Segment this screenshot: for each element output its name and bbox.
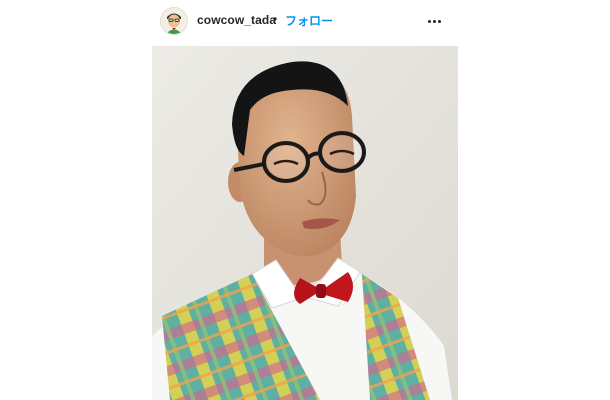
instagram-post: cowcow_tada • フォロー bbox=[152, 0, 458, 400]
avatar-illustration bbox=[161, 8, 187, 34]
more-options-icon[interactable] bbox=[424, 12, 444, 30]
portrait-image bbox=[152, 46, 458, 400]
avatar[interactable] bbox=[161, 8, 187, 34]
separator-dot: • bbox=[273, 12, 278, 26]
post-header: cowcow_tada • フォロー bbox=[152, 0, 458, 46]
post-photo[interactable] bbox=[152, 46, 458, 400]
username-link[interactable]: cowcow_tada bbox=[197, 13, 276, 27]
follow-button[interactable]: フォロー bbox=[285, 12, 333, 29]
